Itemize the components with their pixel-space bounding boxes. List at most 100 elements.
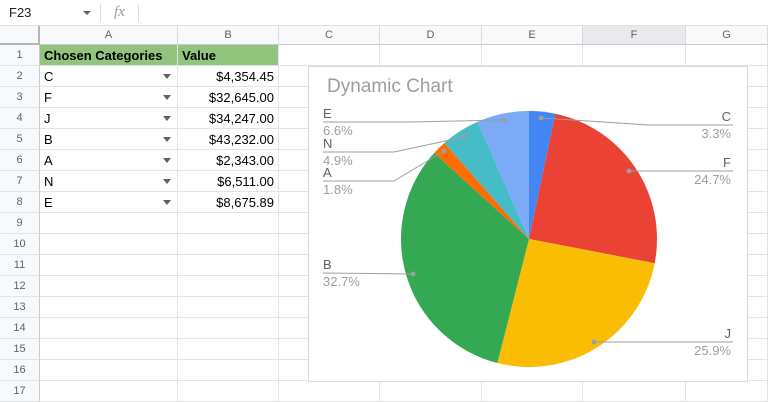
pie-label-F: F 24.7%	[694, 155, 731, 187]
dropdown-caret-icon[interactable]	[163, 200, 171, 205]
cell-A12[interactable]	[40, 276, 178, 297]
cell-F1[interactable]	[583, 45, 686, 66]
cell-C1[interactable]	[279, 45, 380, 66]
row-header-14[interactable]: 14	[0, 318, 40, 339]
cell-B9[interactable]	[178, 213, 279, 234]
cell-B7[interactable]: $6,511.00	[178, 171, 279, 192]
cell-D1[interactable]	[380, 45, 482, 66]
cell-A7[interactable]: N	[40, 171, 178, 192]
dropdown-caret-icon[interactable]	[163, 137, 171, 142]
category-value: F	[44, 89, 52, 105]
row-header-1[interactable]: 1	[0, 45, 40, 66]
pie-label-B: B 32.7%	[323, 257, 360, 289]
column-header-D[interactable]: D	[380, 26, 482, 45]
column-header-A[interactable]: A	[40, 26, 178, 45]
cell-A5[interactable]: B	[40, 129, 178, 150]
cell-A13[interactable]	[40, 297, 178, 318]
column-header-F[interactable]: F	[583, 26, 686, 45]
table-row: 17	[0, 381, 768, 402]
table-row: 1 Chosen Categories Value	[0, 45, 768, 66]
formula-input[interactable]	[139, 0, 768, 25]
name-box[interactable]: F23	[0, 0, 100, 25]
row-header-5[interactable]: 5	[0, 129, 40, 150]
column-header-B[interactable]: B	[178, 26, 279, 45]
chart[interactable]: Dynamic Chart E 6.6% N 4.9% A 1.8% B 32.…	[308, 66, 748, 382]
cell-B11[interactable]	[178, 255, 279, 276]
cell-A15[interactable]	[40, 339, 178, 360]
row-header-3[interactable]: 3	[0, 87, 40, 108]
pie-label-A: A 1.8%	[323, 165, 353, 197]
pie-label-J: J 25.9%	[694, 326, 731, 358]
row-header-6[interactable]: 6	[0, 150, 40, 171]
category-value: A	[44, 152, 53, 168]
cell-B15[interactable]	[178, 339, 279, 360]
category-value: J	[44, 110, 51, 126]
row-header-17[interactable]: 17	[0, 381, 40, 402]
dropdown-caret-icon[interactable]	[163, 95, 171, 100]
cell-E17[interactable]	[482, 381, 583, 402]
fx-icon: fx	[114, 4, 125, 20]
name-box-value: F23	[9, 5, 32, 20]
cell-A16[interactable]	[40, 360, 178, 381]
cell-B16[interactable]	[178, 360, 279, 381]
cell-E1[interactable]	[482, 45, 583, 66]
cell-A8[interactable]: E	[40, 192, 178, 213]
cell-A4[interactable]: J	[40, 108, 178, 129]
row-header-2[interactable]: 2	[0, 66, 40, 87]
cell-B3[interactable]: $32,645.00	[178, 87, 279, 108]
dropdown-caret-icon[interactable]	[163, 158, 171, 163]
row-header-16[interactable]: 16	[0, 360, 40, 381]
cell-B4[interactable]: $34,247.00	[178, 108, 279, 129]
row-header-11[interactable]: 11	[0, 255, 40, 276]
row-header-15[interactable]: 15	[0, 339, 40, 360]
row-header-7[interactable]: 7	[0, 171, 40, 192]
dropdown-caret-icon[interactable]	[163, 179, 171, 184]
category-value: C	[44, 68, 54, 84]
column-header-G[interactable]: G	[686, 26, 768, 45]
column-header-E[interactable]: E	[482, 26, 583, 45]
cell-B8[interactable]: $8,675.89	[178, 192, 279, 213]
cell-B2[interactable]: $4,354.45	[178, 66, 279, 87]
row-header-12[interactable]: 12	[0, 276, 40, 297]
cell-B12[interactable]	[178, 276, 279, 297]
category-value: E	[44, 194, 53, 210]
google-sheets-app: F23 fx ABCDEFG 1 Chosen Categories Value 2 C…	[0, 0, 768, 402]
cell-A1[interactable]: Chosen Categories	[40, 45, 178, 66]
cell-B14[interactable]	[178, 318, 279, 339]
row-header-10[interactable]: 10	[0, 234, 40, 255]
dropdown-caret-icon[interactable]	[163, 74, 171, 79]
cell-D17[interactable]	[380, 381, 482, 402]
row-header-4[interactable]: 4	[0, 108, 40, 129]
divider	[100, 3, 101, 22]
pie-label-E: E 6.6%	[323, 106, 353, 138]
dropdown-caret-icon[interactable]	[163, 116, 171, 121]
cell-G17[interactable]	[686, 381, 768, 402]
pie-slices	[400, 111, 658, 368]
cell-A14[interactable]	[40, 318, 178, 339]
name-box-dropdown-icon[interactable]	[83, 10, 91, 15]
cell-B13[interactable]	[178, 297, 279, 318]
cell-A2[interactable]: C	[40, 66, 178, 87]
pie-label-C: C 3.3%	[701, 109, 731, 141]
cell-A9[interactable]	[40, 213, 178, 234]
cell-B10[interactable]	[178, 234, 279, 255]
cell-C17[interactable]	[279, 381, 380, 402]
cell-F17[interactable]	[583, 381, 686, 402]
cell-B17[interactable]	[178, 381, 279, 402]
pie-label-N: N 4.9%	[323, 136, 353, 168]
cell-A10[interactable]	[40, 234, 178, 255]
cell-B1[interactable]: Value	[178, 45, 279, 66]
cell-G1[interactable]	[686, 45, 768, 66]
row-header-13[interactable]: 13	[0, 297, 40, 318]
cell-A11[interactable]	[40, 255, 178, 276]
column-header-C[interactable]: C	[279, 26, 380, 45]
row-header-8[interactable]: 8	[0, 192, 40, 213]
cell-B6[interactable]: $2,343.00	[178, 150, 279, 171]
row-header-9[interactable]: 9	[0, 213, 40, 234]
select-all-corner[interactable]	[0, 26, 40, 45]
formula-bar: F23 fx	[0, 0, 768, 26]
cell-A17[interactable]	[40, 381, 178, 402]
cell-A6[interactable]: A	[40, 150, 178, 171]
cell-B5[interactable]: $43,232.00	[178, 129, 279, 150]
cell-A3[interactable]: F	[40, 87, 178, 108]
